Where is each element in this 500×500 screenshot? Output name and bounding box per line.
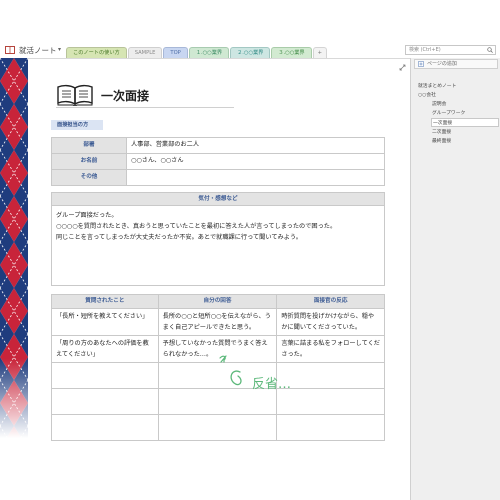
impressions-line: 同じことを言ってしまったが大丈夫だったか不安。あとで就職課に行って聞いてみよう。	[56, 234, 302, 241]
qa-cell[interactable]	[157, 414, 278, 441]
cell-name[interactable]: ○○さん、○○さん	[126, 153, 385, 170]
page-list-pane: ページの追加 就活まとめノート ○○会社 説明会 グループワーク 一次面接 二次…	[410, 58, 500, 500]
page-title[interactable]: 一次面接	[101, 87, 149, 104]
page-item[interactable]: ○○会社	[418, 91, 436, 98]
page-item[interactable]: 説明会	[432, 100, 446, 107]
table-row: お名前 ○○さん、○○さん	[51, 153, 385, 170]
open-book-icon	[57, 84, 93, 106]
page-item[interactable]: 二次面接	[432, 128, 451, 135]
argyle-decoration	[0, 58, 28, 500]
search-icon[interactable]	[487, 47, 493, 53]
qa-cell[interactable]: 「周りの方のあなたへの評価を教えてください」	[51, 335, 159, 363]
notebook-title[interactable]: 就活ノート	[19, 45, 57, 56]
tab-sample[interactable]: SAMPLE	[127, 47, 163, 58]
row-label-other: その他	[51, 169, 127, 186]
page-item[interactable]: 最終面接	[432, 137, 451, 144]
page-item[interactable]: グループワーク	[432, 109, 465, 116]
chevron-down-icon[interactable]: ▾	[58, 46, 61, 53]
add-page-button[interactable]: ページの追加	[414, 59, 498, 69]
row-label-department: 部署	[51, 137, 127, 154]
table-row: 部署 人事部、営業部のお二人	[51, 137, 385, 154]
qa-header-answer: 自分の回答	[157, 294, 278, 309]
page-item-selected[interactable]: 一次面接	[431, 118, 499, 127]
page-item[interactable]: 就活まとめノート	[418, 82, 456, 89]
table-row: 「長所・短所を教えてください」 長所の○○と短所○○を伝えながら、うまく自己アピ…	[51, 308, 385, 336]
tab-how-to-use[interactable]: このノートの使い方	[66, 47, 127, 58]
qa-cell[interactable]	[51, 414, 159, 441]
qa-cell[interactable]	[276, 414, 385, 441]
qa-header-reaction: 面接官の反応	[276, 294, 385, 309]
add-page-icon	[418, 61, 424, 67]
qa-cell[interactable]: 長所の○○と短所○○を伝えながら、うまく自己アピールできたと思う。	[157, 308, 278, 336]
table-row: その他	[51, 169, 385, 186]
add-section-button[interactable]: +	[312, 47, 327, 58]
section-tabs: このノートの使い方 SAMPLE TOP １.○○業界 ２.○○業界 ３.○○業…	[66, 47, 328, 58]
title-divider	[56, 107, 234, 108]
expand-icon[interactable]	[399, 64, 406, 71]
table-row	[51, 414, 385, 441]
tab-industry-2[interactable]: ２.○○業界	[230, 47, 271, 58]
impressions-line: グループ面接だった。	[56, 212, 118, 219]
qa-cell[interactable]	[51, 362, 159, 389]
tab-industry-1[interactable]: １.○○業界	[188, 47, 230, 58]
notebook-icon	[5, 46, 15, 54]
search-input[interactable]: 検索 (Ctrl+E)	[405, 45, 496, 55]
row-label-name: お名前	[51, 153, 127, 170]
interviewer-table: 部署 人事部、営業部のお二人 お名前 ○○さん、○○さん その他	[51, 137, 385, 186]
annotation-text: 反省…	[252, 377, 291, 392]
impressions-header: 気付・感想など	[51, 192, 385, 206]
tab-industry-3[interactable]: ３.○○業界	[271, 47, 312, 58]
search-placeholder: 検索 (Ctrl+E)	[409, 47, 441, 53]
tab-top[interactable]: TOP	[163, 47, 188, 58]
section-label[interactable]: 面接担当の方	[51, 120, 103, 130]
qa-cell[interactable]	[51, 388, 159, 415]
impressions-cell[interactable]: グループ面接だった。 ○○○○を質問されたとき、真おうと思っていたことを最初に答…	[51, 205, 385, 286]
cell-other[interactable]	[126, 169, 385, 186]
add-page-label: ページの追加	[427, 61, 457, 67]
impressions-line: ○○○○を質問されたとき、真おうと思っていたことを最初に答えた人が言ってしまった…	[56, 223, 337, 230]
qa-cell[interactable]: 時折質問を投げかけながら、穏やかに聞いてくださっていた。	[276, 308, 385, 336]
cell-department[interactable]: 人事部、営業部のお二人	[126, 137, 385, 154]
qa-header-question: 質問されたこと	[51, 294, 159, 309]
impressions-table: 気付・感想など グループ面接だった。 ○○○○を質問されたとき、真おうと思ってい…	[51, 192, 385, 286]
handwritten-annotation: 反省…	[219, 355, 291, 392]
qa-cell[interactable]: 「長所・短所を教えてください」	[51, 308, 159, 336]
title-bar: 就活ノート ▾ このノートの使い方 SAMPLE TOP １.○○業界 ２.○○…	[0, 0, 500, 58]
